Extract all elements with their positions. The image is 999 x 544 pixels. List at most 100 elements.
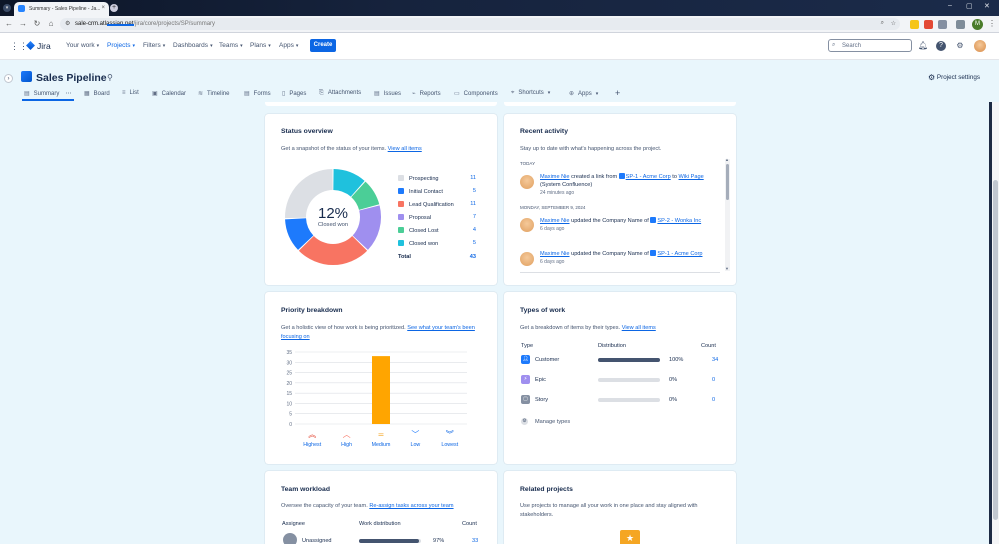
user-avatar[interactable]: [520, 175, 534, 189]
x-tick-label[interactable]: Highest: [303, 442, 321, 448]
activity-scroll-thumb[interactable]: [726, 164, 729, 200]
issue-link[interactable]: SP-1 - Acme Corp: [657, 251, 702, 257]
epic-type-icon: ⚡︎: [521, 375, 530, 384]
legend-item[interactable]: Closed Lost 4: [398, 227, 476, 234]
expand-sidebar-icon[interactable]: ›: [4, 74, 13, 83]
profile-avatar[interactable]: M: [972, 19, 983, 30]
donut-segment-lead-qualification[interactable]: [298, 235, 368, 265]
legend-item[interactable]: Prospecting 11: [398, 175, 476, 182]
issue-link[interactable]: SP-2 - Wonka Inc: [657, 218, 701, 224]
project-settings-button[interactable]: ⚙ Project settings: [928, 73, 980, 82]
x-tick-label[interactable]: High: [341, 442, 352, 448]
page-scroll-thumb[interactable]: [993, 180, 998, 520]
bookmark-star-icon[interactable]: ☆: [891, 20, 896, 27]
legend-value[interactable]: 5: [473, 240, 476, 246]
card-subtitle: Oversee the capacity of your team. Re-as…: [281, 502, 454, 511]
user-link[interactable]: Maxime Nie: [540, 251, 570, 257]
issue-link[interactable]: SP-1 - Acme Corp: [626, 174, 671, 180]
add-tab-button[interactable]: +: [615, 88, 620, 98]
manage-types-link[interactable]: Manage types: [535, 419, 570, 425]
nav-item-filters[interactable]: Filters ▾: [143, 42, 165, 49]
tab-label: List: [129, 90, 139, 96]
legend-value[interactable]: 4: [473, 227, 476, 233]
x-tick-label[interactable]: Low: [411, 442, 421, 448]
legend-item[interactable]: Initial Contact 5: [398, 188, 476, 195]
jira-product-name[interactable]: Jira: [37, 41, 51, 51]
more-options-icon[interactable]: ⋯: [65, 91, 71, 97]
extensions-puzzle-icon[interactable]: [938, 20, 947, 29]
user-link[interactable]: Maxime Nie: [540, 218, 570, 224]
nav-item-your-work[interactable]: Your work ▾: [66, 42, 99, 49]
notifications-icon[interactable]: 🔔︎: [918, 41, 928, 51]
nav-item-projects[interactable]: Projects ▾: [107, 42, 135, 49]
maximize-icon[interactable]: ▢: [966, 2, 973, 10]
view-all-items-link[interactable]: View all items: [622, 325, 656, 331]
browser-menu-icon[interactable]: ⋮: [987, 19, 997, 28]
scroll-down-icon[interactable]: ▼: [725, 266, 729, 271]
tab-board[interactable]: ▦ Board: [84, 90, 110, 97]
bar-medium[interactable]: [372, 356, 390, 424]
tab-shortcuts[interactable]: ⌖ Shortcuts ▾: [511, 90, 550, 97]
legend-item[interactable]: Lead Qualification 11: [398, 201, 476, 208]
url-input[interactable]: ⚙ sale-crm.atlassian.net/jira/core/proje…: [60, 18, 900, 30]
pin-icon[interactable]: ⚲: [107, 73, 113, 82]
reload-icon[interactable]: ↻: [32, 19, 42, 28]
tab-timeline[interactable]: ≋ Timeline: [198, 90, 229, 97]
scroll-up-icon[interactable]: ▲: [725, 157, 729, 162]
tab-apps[interactable]: ⊕ Apps ▾: [569, 90, 598, 97]
extension-icon[interactable]: [924, 20, 933, 29]
close-window-icon[interactable]: ✕: [984, 2, 990, 10]
extension-icon[interactable]: [910, 20, 919, 29]
tab-attachments[interactable]: ⎘ Attachments: [319, 90, 361, 97]
nav-item-teams[interactable]: Teams ▾: [219, 42, 243, 49]
workload-count[interactable]: 33: [472, 538, 478, 544]
create-button[interactable]: Create: [310, 39, 336, 52]
type-count[interactable]: 0: [712, 377, 715, 383]
sidebar-panel-icon[interactable]: [956, 20, 965, 29]
tab-calendar[interactable]: ▣ Calendar: [152, 90, 186, 97]
forward-icon[interactable]: →: [18, 19, 28, 28]
tab-list[interactable]: ≡ List: [122, 90, 139, 96]
legend-value[interactable]: 5: [473, 188, 476, 194]
zoom-icon[interactable]: ⌕: [881, 20, 884, 27]
wiki-page-link[interactable]: Wiki Page: [679, 174, 704, 180]
tab-issues[interactable]: ▤ Issues: [374, 90, 401, 97]
tab-summary[interactable]: ▤ Summary ⋯: [24, 90, 71, 97]
app-switcher-icon[interactable]: ⋮⋮: [10, 41, 28, 52]
user-avatar[interactable]: [974, 40, 986, 52]
home-icon[interactable]: ⌂: [46, 19, 56, 28]
nav-item-apps[interactable]: Apps ▾: [279, 42, 298, 49]
x-tick-label[interactable]: Lowest: [441, 442, 458, 448]
total-value[interactable]: 43: [470, 254, 476, 260]
x-tick-label[interactable]: Medium: [372, 442, 391, 448]
nav-item-plans[interactable]: Plans ▾: [250, 42, 271, 49]
tab-reports[interactable]: ⌁ Reports: [412, 90, 441, 97]
close-tab-icon[interactable]: ×: [101, 5, 105, 11]
new-tab-icon[interactable]: +: [110, 4, 118, 12]
settings-gear-icon[interactable]: ⚙: [955, 41, 965, 51]
reassign-tasks-link[interactable]: Re-assign tasks across your team: [369, 503, 453, 509]
tab-components[interactable]: ▭ Components: [454, 90, 498, 97]
tab-search-icon[interactable]: ▾: [3, 4, 11, 12]
legend-value[interactable]: 7: [473, 214, 476, 220]
tab-forms[interactable]: ▤ Forms: [244, 90, 271, 97]
chevron-down-icon: ▾: [132, 43, 135, 49]
legend-item[interactable]: Closed won 5: [398, 240, 476, 247]
minimize-icon[interactable]: –: [948, 2, 952, 9]
browser-tab[interactable]: Summary - Sales Pipeline - Ja... ×: [14, 2, 109, 16]
user-link[interactable]: Maxime Nie: [540, 174, 570, 180]
legend-item[interactable]: Proposal 7: [398, 214, 476, 221]
back-icon[interactable]: ←: [4, 19, 14, 28]
legend-value[interactable]: 11: [470, 201, 476, 207]
nav-item-dashboards[interactable]: Dashboards ▾: [173, 42, 213, 49]
type-count[interactable]: 34: [712, 357, 718, 363]
legend-value[interactable]: 11: [470, 175, 476, 181]
site-info-icon[interactable]: ⚙: [65, 20, 70, 27]
view-all-items-link[interactable]: View all items: [388, 146, 422, 152]
user-avatar[interactable]: [520, 252, 534, 266]
user-avatar[interactable]: [520, 218, 534, 232]
search-input[interactable]: ⌕ Search: [828, 39, 912, 52]
help-icon[interactable]: ?: [936, 41, 946, 51]
type-count[interactable]: 0: [712, 397, 715, 403]
tab-pages[interactable]: ▯ Pages: [282, 90, 306, 97]
